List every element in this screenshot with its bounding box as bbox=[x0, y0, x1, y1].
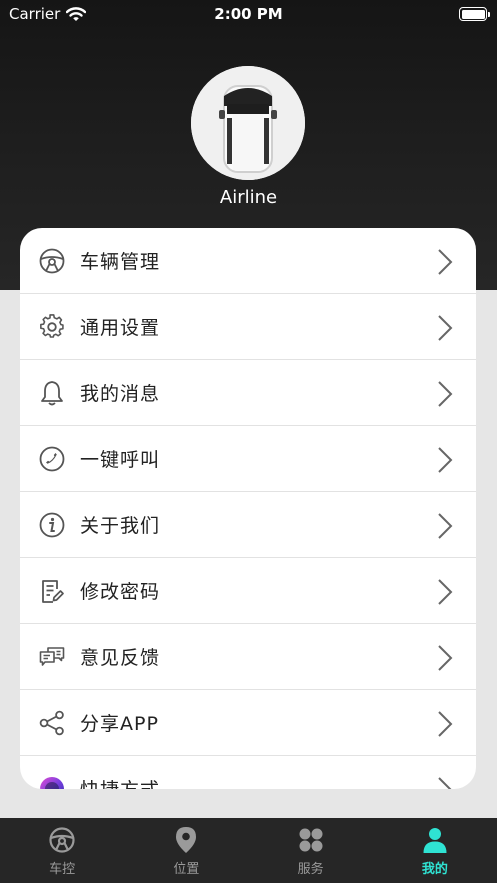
chevron-right-icon bbox=[438, 777, 452, 789]
bell-icon bbox=[39, 380, 65, 406]
location-pin-icon bbox=[172, 826, 200, 854]
chevron-right-icon bbox=[438, 381, 453, 407]
clock: 2:00 PM bbox=[214, 5, 283, 23]
avatar[interactable] bbox=[191, 66, 305, 180]
menu-item-label: 车辆管理 bbox=[80, 251, 161, 273]
chevron-right-icon bbox=[438, 579, 453, 605]
tab-label: 位置 bbox=[173, 862, 200, 877]
menu-item-general-settings[interactable]: 通用设置 bbox=[20, 294, 476, 360]
feedback-icon bbox=[39, 644, 65, 670]
steering-wheel-icon bbox=[48, 826, 76, 854]
menu-item-feedback[interactable]: 意见反馈 bbox=[20, 624, 476, 690]
menu-item-my-messages[interactable]: 我的消息 bbox=[20, 360, 476, 426]
chevron-right-icon bbox=[438, 315, 453, 341]
car-top-view-image bbox=[191, 66, 305, 180]
tab-label: 车控 bbox=[49, 862, 76, 877]
chevron-right-icon bbox=[438, 513, 453, 539]
username: Airline bbox=[219, 187, 278, 208]
grid-icon bbox=[297, 826, 325, 854]
info-icon bbox=[39, 512, 65, 538]
share-icon bbox=[39, 710, 65, 736]
menu-item-vehicle-management[interactable]: 车辆管理 bbox=[20, 228, 476, 294]
menu-item-about-us[interactable]: 关于我们 bbox=[20, 492, 476, 558]
menu-item-label: 我的消息 bbox=[80, 383, 161, 405]
menu-item-share-app[interactable]: 分享APP bbox=[20, 690, 476, 756]
chevron-right-icon bbox=[438, 447, 453, 473]
tab-mine[interactable]: 我的 bbox=[373, 818, 497, 883]
menu-item-label: 修改密码 bbox=[80, 581, 161, 603]
menu-item-shortcuts[interactable]: 快捷方式 bbox=[20, 756, 476, 789]
tab-location[interactable]: 位置 bbox=[124, 818, 248, 883]
tab-vehicle-control[interactable]: 车控 bbox=[0, 818, 124, 883]
battery-icon bbox=[459, 7, 490, 21]
menu-item-change-password[interactable]: 修改密码 bbox=[20, 558, 476, 624]
tab-services[interactable]: 服务 bbox=[249, 818, 373, 883]
menu-item-label: 意见反馈 bbox=[80, 647, 161, 669]
chevron-right-icon bbox=[438, 711, 453, 737]
menu-item-label: 快捷方式 bbox=[80, 775, 160, 789]
menu-item-label: 一键呼叫 bbox=[80, 449, 161, 471]
menu-item-label: 分享APP bbox=[80, 713, 159, 735]
chevron-right-icon bbox=[438, 249, 453, 275]
menu-item-one-key-call[interactable]: 一键呼叫 bbox=[20, 426, 476, 492]
chevron-right-icon bbox=[438, 645, 453, 671]
edit-document-icon bbox=[39, 578, 65, 604]
tab-bar: 车控 位置 服务 我的 bbox=[0, 818, 497, 883]
menu-card: 车辆管理 通用设置 我的消息 一键呼叫 关于我们 修改密码 意见反馈 分享APP bbox=[20, 228, 476, 789]
person-icon bbox=[421, 826, 449, 854]
shortcuts-icon bbox=[39, 776, 65, 789]
tab-label: 服务 bbox=[297, 862, 324, 877]
phone-icon bbox=[39, 446, 65, 472]
gear-icon bbox=[39, 313, 65, 340]
steering-wheel-icon bbox=[39, 248, 65, 274]
menu-item-label: 关于我们 bbox=[80, 515, 161, 537]
menu-item-label: 通用设置 bbox=[80, 317, 161, 339]
status-bar: Carrier 2:00 PM bbox=[0, 0, 497, 30]
tab-label: 我的 bbox=[421, 862, 448, 877]
